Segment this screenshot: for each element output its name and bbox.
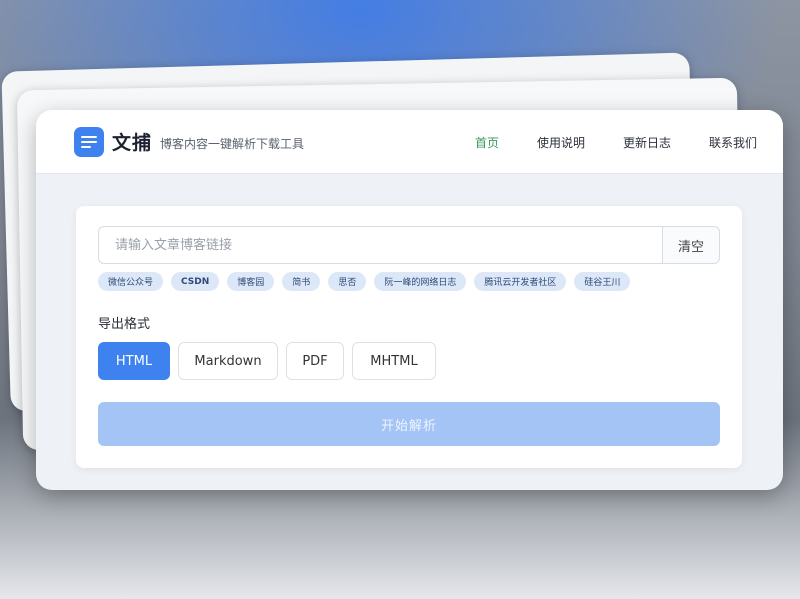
start-parse-button[interactable]: 开始解析	[98, 402, 720, 446]
nav-item-home[interactable]: 首页	[475, 134, 499, 151]
site-tag-csdn[interactable]: CSDN	[171, 272, 220, 291]
supported-sites: 微信公众号 CSDN 博客园 简书 思否 阮一峰的网络日志 腾讯云开发者社区 硅…	[98, 272, 720, 291]
clear-button[interactable]: 清空	[662, 226, 720, 264]
format-mhtml-button[interactable]: MHTML	[352, 342, 436, 380]
top-nav: 首页 使用说明 更新日志 联系我们	[437, 110, 757, 174]
export-format-options: HTML Markdown PDF MHTML	[98, 342, 720, 380]
brand-title: 文捕	[112, 132, 153, 154]
nav-item-changelog[interactable]: 更新日志	[623, 134, 671, 151]
url-input[interactable]	[98, 226, 662, 264]
nav-item-contact[interactable]: 联系我们	[709, 134, 757, 151]
export-format-label: 导出格式	[98, 317, 151, 332]
nav-item-usage-guide[interactable]: 使用说明	[537, 134, 585, 151]
url-input-row: 清空	[98, 226, 720, 264]
format-markdown-button[interactable]: Markdown	[178, 342, 278, 380]
format-html-button[interactable]: HTML	[98, 342, 170, 380]
site-tag-cnblogs[interactable]: 博客园	[227, 272, 275, 291]
site-tag-guigu-wangchuan[interactable]: 硅谷王川	[574, 272, 631, 291]
main-window: 文捕 博客内容一键解析下载工具 首页 使用说明 更新日志 联系我们 清空 微信公…	[36, 110, 783, 490]
parse-panel: 清空 微信公众号 CSDN 博客园 简书 思否 阮一峰的网络日志 腾讯云开发者社…	[76, 206, 742, 468]
site-tag-segmentfault[interactable]: 思否	[328, 272, 367, 291]
site-tag-jianshu[interactable]: 简书	[282, 272, 321, 291]
brand-tagline: 博客内容一键解析下载工具	[160, 136, 305, 151]
site-tag-ruanyifeng[interactable]: 阮一峰的网络日志	[374, 272, 467, 291]
site-tag-tencent-cloud[interactable]: 腾讯云开发者社区	[474, 272, 567, 291]
format-pdf-button[interactable]: PDF	[286, 342, 344, 380]
site-tag-wechat[interactable]: 微信公众号	[98, 272, 164, 291]
menu-lines-icon	[74, 126, 104, 157]
header: 文捕 博客内容一键解析下载工具 首页 使用说明 更新日志 联系我们	[36, 110, 783, 174]
